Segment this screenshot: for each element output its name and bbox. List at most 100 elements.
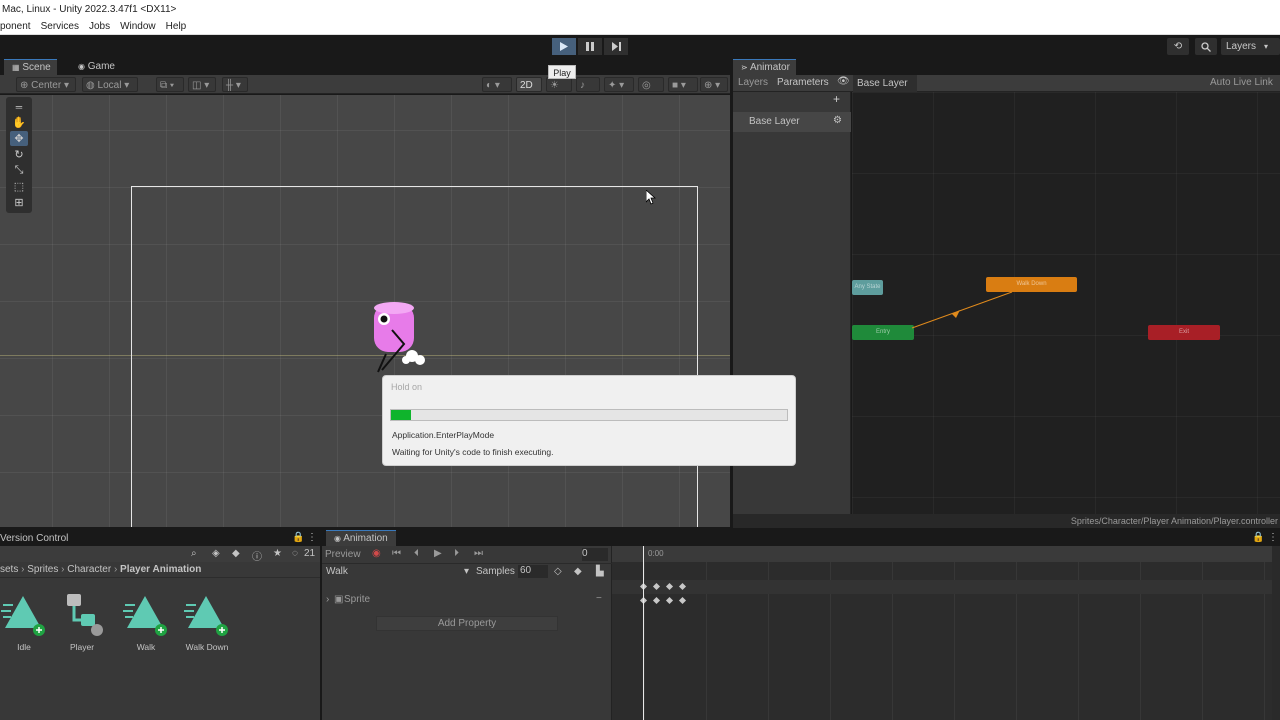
- gear-icon[interactable]: ⚙: [833, 115, 842, 126]
- breadcrumb-player-animation[interactable]: Player Animation: [120, 564, 201, 575]
- add-keyframe-icon[interactable]: ◇: [554, 566, 562, 577]
- clip-dropdown[interactable]: Walk: [326, 566, 348, 577]
- auto-live-link-button[interactable]: Auto Live Link: [1210, 77, 1273, 88]
- info-icon[interactable]: ⓘ: [252, 548, 262, 563]
- version-control-tab-bar: Version Control 🔒 ⋮: [0, 530, 320, 546]
- tab-parameters[interactable]: Parameters: [777, 77, 829, 88]
- pivot-mode-dropdown[interactable]: ⊕ Center ▾: [16, 77, 76, 92]
- scale-tool[interactable]: ⤡: [10, 163, 28, 178]
- search-button[interactable]: [1195, 38, 1217, 55]
- chevron-down-icon[interactable]: ▾: [464, 566, 469, 577]
- increment-snap-button[interactable]: ◫ ▾: [188, 77, 216, 92]
- eye-icon[interactable]: 👁: [837, 76, 850, 87]
- menu-window[interactable]: Window: [115, 19, 161, 34]
- ruler-start-label: 0:00: [648, 549, 664, 558]
- audio-button[interactable]: ♪: [576, 77, 600, 92]
- hidden-count: 21: [304, 548, 316, 559]
- animation-icon: ◉: [334, 534, 341, 543]
- grid-snap-button[interactable]: ⧉ ▾: [156, 77, 184, 92]
- remove-property-icon[interactable]: −: [596, 593, 602, 604]
- history-button[interactable]: ⟲: [1167, 38, 1189, 55]
- rect-tool[interactable]: ⬚: [10, 179, 28, 194]
- move-tool[interactable]: ✥: [10, 131, 28, 146]
- animation-clip-icon: [1, 596, 45, 636]
- last-frame-icon[interactable]: ⏭: [474, 548, 483, 559]
- player-sprite[interactable]: [368, 298, 432, 374]
- gizmos-button[interactable]: ⊕ ▾: [700, 77, 728, 92]
- first-frame-icon[interactable]: ⏮: [392, 548, 401, 559]
- breadcrumb-assets[interactable]: sets: [0, 564, 18, 575]
- preview-button[interactable]: Preview: [325, 549, 361, 560]
- lock-icon[interactable]: 🔒: [1252, 532, 1264, 543]
- sprite-renderer-icon: ▣: [334, 594, 344, 605]
- add-property-button[interactable]: Add Property: [376, 616, 558, 631]
- visibility-button[interactable]: ◎: [638, 77, 664, 92]
- effects-icon: ✦ ▾: [608, 80, 625, 91]
- menu-jobs[interactable]: Jobs: [84, 19, 115, 34]
- play-animation-icon[interactable]: ▶: [434, 548, 442, 559]
- favorite-star-icon[interactable]: ★: [273, 548, 282, 559]
- tab-game[interactable]: ◉ Game: [70, 59, 121, 75]
- mode-2d-button[interactable]: 2D: [516, 77, 542, 92]
- animation-timeline[interactable]: [612, 546, 1280, 720]
- animator-footer-path: Sprites/Character/Player Animation/Playe…: [733, 514, 1280, 528]
- animator-icon: ⋗: [741, 63, 748, 72]
- tab-animation[interactable]: ◉ Animation: [326, 530, 396, 546]
- breadcrumb[interactable]: Base Layer: [853, 75, 917, 92]
- transform-tool[interactable]: ⊞: [10, 195, 28, 210]
- timeline-scrollbar[interactable]: [1272, 546, 1280, 720]
- menu-help[interactable]: Help: [161, 19, 192, 34]
- menu-services[interactable]: Services: [36, 19, 84, 34]
- menu-bar: ponent Services Jobs Window Help: [0, 19, 1280, 35]
- asset-player[interactable]: Player: [52, 592, 112, 652]
- asset-walk[interactable]: Walk: [116, 592, 176, 652]
- play-button[interactable]: [552, 38, 576, 55]
- tab-layers[interactable]: Layers: [738, 77, 768, 88]
- pivot-rotation-dropdown[interactable]: ◍ Local ▾: [82, 77, 138, 92]
- camera-button[interactable]: ■ ▾: [668, 77, 698, 92]
- transition-arrow[interactable]: [852, 92, 1280, 514]
- animation-properties-panel: Preview ◉ ⏮ ⏴ ▶ ⏵ ⏭ 0 Walk ▾ Samples 60 …: [322, 546, 612, 720]
- tab-version-control[interactable]: Version Control: [0, 533, 68, 544]
- layers-label: Layers: [1226, 41, 1257, 52]
- asset-walk-down[interactable]: Walk Down: [177, 592, 237, 652]
- more-options-icon[interactable]: ⋮: [307, 532, 317, 543]
- hidden-packages-icon[interactable]: ◌: [292, 548, 298, 559]
- filter-type-icon[interactable]: ◈: [212, 548, 220, 559]
- effects-button[interactable]: ✦ ▾: [604, 77, 634, 92]
- hand-tool[interactable]: ✋: [10, 115, 28, 130]
- rotate-tool[interactable]: ↻: [10, 147, 28, 162]
- property-row[interactable]: › ▣ Sprite −: [322, 592, 612, 608]
- layer-row[interactable]: Base Layer ⚙: [733, 112, 851, 132]
- breadcrumb-character[interactable]: Character: [67, 564, 111, 575]
- scene-search-icon[interactable]: ⌕: [191, 548, 197, 559]
- step-button[interactable]: [604, 38, 628, 55]
- lock-icon[interactable]: 🔒: [292, 532, 304, 543]
- progress-bar: [390, 409, 788, 421]
- add-event-icon[interactable]: ◆: [574, 566, 582, 577]
- timeline-playhead[interactable]: [643, 546, 644, 720]
- frame-field[interactable]: 0: [582, 548, 608, 561]
- more-options-icon[interactable]: ⋮: [1268, 532, 1278, 543]
- chevron-down-icon: ▾: [1264, 42, 1269, 51]
- prev-frame-icon[interactable]: ⏴: [414, 548, 419, 559]
- layers-dropdown[interactable]: Layers ▾: [1221, 38, 1280, 55]
- event-marker-icon[interactable]: ▙: [596, 566, 604, 577]
- animator-graph[interactable]: Any State Entry Walk Down Exit: [852, 92, 1280, 514]
- tab-animator[interactable]: ⋗ Animator: [733, 59, 796, 75]
- add-layer-icon[interactable]: +: [833, 92, 840, 106]
- menu-component[interactable]: ponent: [0, 19, 36, 34]
- samples-field[interactable]: 60: [518, 565, 548, 578]
- breadcrumb-sprites[interactable]: Sprites: [27, 564, 58, 575]
- pause-button[interactable]: [578, 38, 602, 55]
- draw-mode-button[interactable]: ◐ ▾: [482, 77, 512, 92]
- increment-snap-icon: ◫ ▾: [192, 80, 210, 91]
- asset-idle[interactable]: Idle: [0, 592, 54, 652]
- chevron-right-icon[interactable]: ›: [326, 594, 329, 605]
- tab-scene[interactable]: ▦ Scene: [4, 59, 57, 75]
- label-icon[interactable]: ◆: [232, 548, 240, 559]
- ruler-button[interactable]: ╫ ▾: [222, 77, 248, 92]
- next-frame-icon[interactable]: ⏵: [454, 548, 459, 559]
- timeline-ruler[interactable]: 0:00: [612, 546, 1272, 562]
- record-icon[interactable]: ◉: [372, 548, 381, 559]
